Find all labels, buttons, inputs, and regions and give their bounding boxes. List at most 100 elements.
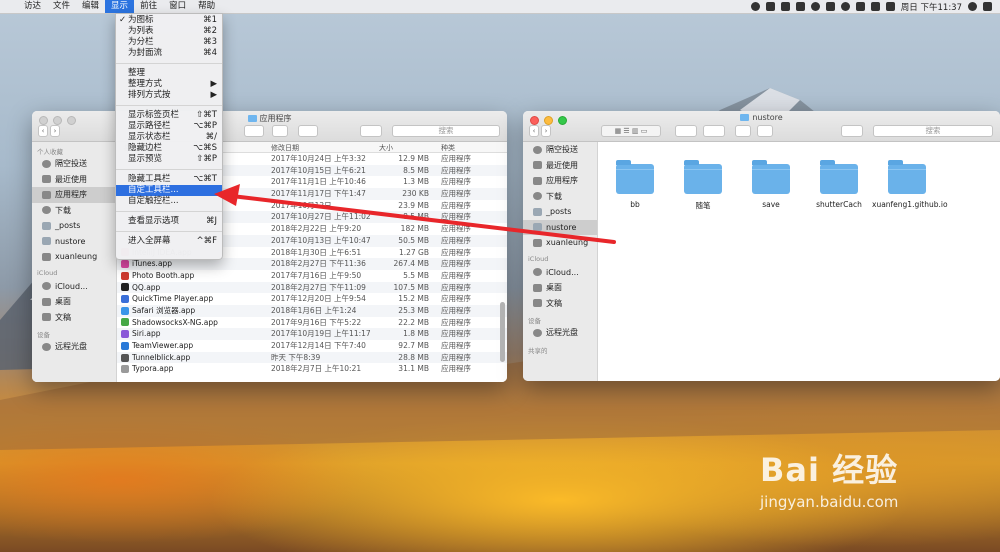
menubar-clock[interactable]: 周日 下午11:37 xyxy=(901,1,962,13)
view-menu-item[interactable]: 为分栏 ⌘3 xyxy=(116,37,222,48)
tunnelblick-icon[interactable] xyxy=(780,2,790,11)
sidebar-item-recents[interactable]: 最近使用 xyxy=(32,172,116,188)
paperplane-icon[interactable] xyxy=(795,2,805,11)
view-menu-item[interactable]: 整理 xyxy=(116,68,222,79)
menu-view[interactable]: 显示 xyxy=(105,0,135,13)
sidebar-item-posts[interactable]: _posts xyxy=(32,218,116,234)
action-gear-icon[interactable] xyxy=(703,125,725,137)
table-row[interactable]: QQ.app 2018年2月27日 下午11:09 107.5 MB 应用程序 xyxy=(117,281,507,294)
back-button[interactable]: ‹ xyxy=(529,125,539,137)
menu-item-shortcut: ⌘J xyxy=(205,216,217,226)
battery-icon[interactable] xyxy=(870,2,880,11)
table-row[interactable]: Siri.app 2017年10月19日 上午11:17 1.8 MB 应用程序 xyxy=(117,328,507,340)
sidebar-item-icloud-drive[interactable]: iCloud... xyxy=(32,279,116,295)
view-menu-item[interactable]: 自定触控栏... xyxy=(116,196,222,207)
wifi-icon[interactable] xyxy=(840,2,850,11)
sidebar-item-applications[interactable]: 应用程序 xyxy=(32,187,116,203)
menu-window[interactable]: 窗口 xyxy=(163,0,192,13)
cloud-icon[interactable] xyxy=(825,2,835,11)
search-input[interactable]: 搜索 xyxy=(392,125,500,137)
view-mode-switcher[interactable]: ▦ ☰ ▥ ▭ xyxy=(601,125,661,137)
menu-item-shortcut: ⌘4 xyxy=(203,48,217,58)
file-kind: 应用程序 xyxy=(441,282,471,292)
folder-item[interactable]: bb xyxy=(600,160,670,209)
view-menu-item[interactable]: 隐藏边栏 ⌥⌘S xyxy=(116,143,222,154)
teamviewer-icon[interactable] xyxy=(765,2,775,11)
column-size[interactable]: 大小 xyxy=(379,143,393,153)
menu-finder[interactable]: 访达 xyxy=(18,0,47,13)
table-row[interactable]: Tunnelblick.app 昨天 下午8:39 28.8 MB 应用程序 xyxy=(117,351,507,364)
sidebar-item-documents[interactable]: 文稿 xyxy=(523,296,597,312)
sidebar-item-nustore[interactable]: nustore xyxy=(32,234,116,250)
menu-edit[interactable]: 编辑 xyxy=(76,0,105,13)
volume-icon[interactable] xyxy=(855,2,865,11)
arrange-icon[interactable] xyxy=(675,125,697,137)
view-menu-item[interactable]: 显示路径栏 ⌥⌘P xyxy=(116,121,222,132)
sidebar-item-airdrop[interactable]: 隔空投送 xyxy=(523,142,597,158)
table-row[interactable]: ShadowsocksX-NG.app 2017年9月16日 下午5:22 22.2… xyxy=(117,317,507,329)
folder-item[interactable]: save xyxy=(736,160,806,209)
folder-item[interactable]: shutterCach xyxy=(804,160,874,209)
tag-icon[interactable] xyxy=(272,125,288,137)
folder-icon xyxy=(740,114,750,121)
disc-icon xyxy=(42,342,51,351)
table-row[interactable]: QuickTime Player.app 2017年12月20日 上午9:54 15… xyxy=(117,293,507,305)
view-menu-item[interactable]: ✓ 为图标 ⌘1 xyxy=(116,15,222,26)
notification-center-icon[interactable] xyxy=(983,2,992,11)
column-kind[interactable]: 种类 xyxy=(441,143,455,153)
sidebar-item-icloud-drive[interactable]: iCloud... xyxy=(523,265,597,281)
view-menu-item[interactable]: 为列表 ⌘2 xyxy=(116,26,222,37)
baidu-watermark: Bai 经验 jingyan.baidu.com xyxy=(760,445,898,511)
view-menu-item[interactable]: 隐藏工具栏 ⌥⌘T xyxy=(116,174,222,185)
sidebar-item-downloads[interactable]: 下载 xyxy=(32,203,116,219)
view-menu-item[interactable]: 为封面流 ⌘4 xyxy=(116,48,222,59)
sidebar-item-nustore[interactable]: nustore xyxy=(523,219,597,235)
sidebar-item-documents[interactable]: 文稿 xyxy=(32,310,116,326)
folder-item[interactable]: 随笔 xyxy=(668,160,738,211)
column-date[interactable]: 修改日期 xyxy=(271,143,299,153)
view-menu-item[interactable]: 整理方式 ▶ xyxy=(116,79,222,90)
back-button[interactable]: ‹ xyxy=(38,125,48,137)
vertical-scrollbar[interactable] xyxy=(500,302,505,362)
search-input[interactable]: 搜索 xyxy=(873,125,993,137)
sidebar-item-recents[interactable]: 最近使用 xyxy=(523,158,597,174)
share-icon[interactable] xyxy=(244,125,264,137)
view-menu-item[interactable]: 进入全屏幕 ^⌘F xyxy=(116,236,222,247)
sidebar-item-downloads[interactable]: 下载 xyxy=(523,189,597,205)
sidebar-item-applications[interactable]: 应用程序 xyxy=(523,173,597,189)
spotlight-icon[interactable] xyxy=(968,2,977,11)
menu-help[interactable]: 帮助 xyxy=(192,0,221,13)
table-row[interactable]: Typora.app 2018年2月7日 上午10:21 31.1 MB 应用程序 xyxy=(117,363,507,375)
table-row[interactable]: Safari 浏览器.app 2018年1月6日 上午1:24 25.3 MB 应用程… xyxy=(117,304,507,317)
table-row[interactable]: TeamViewer.app 2017年12月14日 下午7:40 92.7 MB 应… xyxy=(117,340,507,352)
dropbox-icon[interactable] xyxy=(841,125,863,137)
view-menu-item[interactable]: 排列方式按 ▶ xyxy=(116,90,222,101)
share-icon[interactable] xyxy=(735,125,751,137)
arrange-icon[interactable] xyxy=(298,125,318,137)
view-menu-item[interactable]: 显示标签页栏 ⇧⌘T xyxy=(116,110,222,121)
sidebar-item-desktop[interactable]: 桌面 xyxy=(32,294,116,310)
table-row[interactable]: Photo Booth.app 2017年7月16日 上午9:50 5.5 MB 应用… xyxy=(117,270,507,282)
forward-button[interactable]: › xyxy=(541,125,551,137)
sidebar-item-home[interactable]: xuanleung xyxy=(523,235,597,251)
menu-file[interactable]: 文件 xyxy=(47,0,76,13)
view-menu-item[interactable]: 自定工具栏... xyxy=(116,185,222,196)
sidebar-item-remote-disc[interactable]: 远程光盘 xyxy=(523,325,597,341)
view-menu-item[interactable]: 查看显示选项 ⌘J xyxy=(116,216,222,227)
action-gear-icon[interactable] xyxy=(360,125,382,137)
folder-item[interactable]: xuanfeng1.github.io xyxy=(872,160,948,209)
tag-icon[interactable] xyxy=(757,125,773,137)
status-app-icon[interactable] xyxy=(750,2,760,11)
view-menu-item[interactable]: 显示预览 ⇧⌘P xyxy=(116,154,222,165)
input-method-icon[interactable] xyxy=(885,2,895,11)
sidebar-item-posts[interactable]: _posts xyxy=(523,204,597,220)
view-menu-item[interactable]: 显示状态栏 ⌘/ xyxy=(116,132,222,143)
qq-icon[interactable] xyxy=(810,2,820,11)
sidebar-item-home[interactable]: xuanleung xyxy=(32,249,116,265)
file-size: 28.8 MB xyxy=(398,352,429,362)
forward-button[interactable]: › xyxy=(50,125,60,137)
sidebar-item-desktop[interactable]: 桌面 xyxy=(523,280,597,296)
sidebar-item-airdrop[interactable]: 隔空投送 xyxy=(32,156,116,172)
sidebar-item-remote-disc[interactable]: 远程光盘 xyxy=(32,339,116,355)
menu-go[interactable]: 前往 xyxy=(134,0,163,13)
